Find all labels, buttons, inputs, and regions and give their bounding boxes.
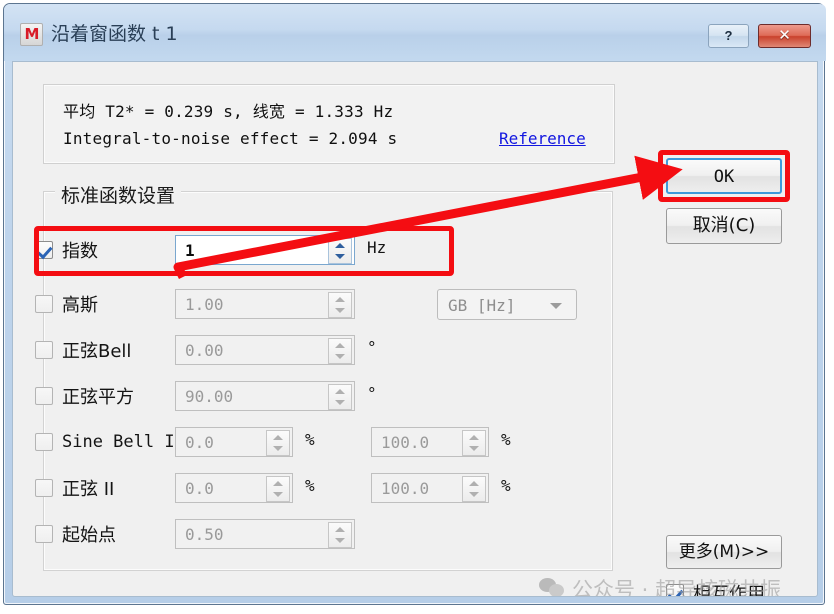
spinbox-value: 0.0 [185,433,214,452]
spinbox-value: 90.00 [185,387,234,406]
spinbox-value: 1 [185,241,195,260]
spinner-arrows-icon[interactable] [328,384,352,410]
row-sine-bell: 正弦Bell 0.00 ° [13,333,583,367]
spinbox-sine-bell-ii-end[interactable]: 100.0 [371,427,489,457]
spinbox-sine-ii-end[interactable]: 100.0 [371,473,489,503]
checkbox-sine-ii[interactable]: 正弦 II [35,477,115,500]
watermark-text: 公众号 · 超导核磁共振 [572,578,782,597]
ok-button[interactable]: OK [666,158,782,194]
row-label: 正弦Bell [62,341,132,362]
checkbox-start-point-box [35,525,53,543]
spinner-arrows-icon[interactable] [266,476,290,502]
gaussian-unit-combo[interactable]: GB [Hz] [437,289,577,320]
spinbox-sine-bell-ii-start[interactable]: 0.0 [175,427,293,457]
row-sine-bell-ii: Sine Bell II 0.0 % 100.0 % [13,425,583,459]
unit-label-2: % [501,430,511,449]
help-icon[interactable]: ? [708,24,749,48]
cancel-button[interactable]: 取消(C) [666,208,782,244]
row-gaussian: 高斯 1.00 GB [Hz] [13,287,583,321]
row-start-point: 起始点 0.50 [13,517,583,551]
checkbox-sine-squared-box [35,387,53,405]
spinbox-exponential[interactable]: 1 [175,235,355,265]
spinner-arrows-icon[interactable] [462,430,486,456]
row-sine-ii: 正弦 II 0.0 % 100.0 % [13,471,583,505]
unit-label-2: % [501,476,511,495]
info-line-integral-noise: Integral-to-noise effect = 2.094 s [63,129,398,148]
row-sine-squared: 正弦平方 90.00 ° [13,379,583,413]
checkbox-exponential-box [35,241,53,259]
checkbox-exponential[interactable]: 指数 [35,239,98,262]
spinbox-value: 0.50 [185,525,224,544]
unit-label: % [305,476,315,495]
row-exponential: 指数 1 Hz [13,233,583,267]
checkbox-sine-bell-ii[interactable]: Sine Bell II [35,431,185,453]
unit-label: ° [367,338,377,357]
info-line-average-t2: 平均 T2* = 0.239 s, 线宽 = 1.333 Hz [63,102,394,121]
checkbox-sine-bell-ii-box [35,433,53,451]
spinner-arrows-icon[interactable] [328,238,352,264]
spinbox-gaussian[interactable]: 1.00 [175,289,355,319]
row-label: 正弦平方 [62,387,134,408]
close-icon[interactable]: ✕ [758,24,811,48]
window-title: 沿着窗函数 t 1 [51,23,178,45]
spinbox-sine-ii-start[interactable]: 0.0 [175,473,293,503]
spinner-arrows-icon[interactable] [266,430,290,456]
info-panel: 平均 T2* = 0.239 s, 线宽 = 1.333 Hz Integral… [43,84,615,164]
checkbox-gaussian[interactable]: 高斯 [35,293,98,316]
spinner-arrows-icon[interactable] [328,292,352,318]
group-title: 标准函数设置 [55,181,182,208]
row-label: 起始点 [62,525,116,546]
checkbox-start-point[interactable]: 起始点 [35,523,116,546]
checkbox-sine-squared[interactable]: 正弦平方 [35,385,134,408]
app-icon: M [20,23,43,46]
unit-label: Hz [367,238,387,257]
more-button[interactable]: 更多(M)>> [666,535,782,569]
spinner-arrows-icon[interactable] [462,476,486,502]
spinbox-value: 0.0 [185,479,214,498]
combo-value: GB [Hz] [448,296,516,315]
spinbox-start-point[interactable]: 0.50 [175,519,355,549]
spinbox-value-2: 100.0 [381,479,430,498]
checkbox-sine-bell[interactable]: 正弦Bell [35,339,132,362]
spinner-arrows-icon[interactable] [328,338,352,364]
checkbox-gaussian-box [35,295,53,313]
dialog-client-area: 平均 T2* = 0.239 s, 线宽 = 1.333 Hz Integral… [12,61,818,597]
checkbox-sine-ii-box [35,479,53,497]
spinbox-sine-squared[interactable]: 90.00 [175,381,355,411]
row-label: 高斯 [62,295,98,316]
chevron-down-icon [550,303,562,309]
row-label: 正弦 II [62,479,115,500]
dialog-window: M 沿着窗函数 t 1 ? ✕ 平均 T2* = 0.239 s, 线宽 = 1… [3,3,826,605]
row-label: Sine Bell II [62,432,185,452]
checkbox-sine-bell-box [35,341,53,359]
spinbox-value: 0.00 [185,341,224,360]
row-label: 指数 [62,241,98,262]
unit-label: % [305,430,315,449]
title-bar: M 沿着窗函数 t 1 ? ✕ [4,4,826,61]
unit-label: ° [367,384,377,403]
spinbox-value-2: 100.0 [381,433,430,452]
spinbox-value: 1.00 [185,295,224,314]
watermark: 公众号 · 超导核磁共振 [539,574,782,597]
spinbox-sine-bell[interactable]: 0.00 [175,335,355,365]
spinner-arrows-icon[interactable] [328,522,352,548]
reference-link[interactable]: Reference [499,129,586,148]
wechat-icon [539,578,565,596]
